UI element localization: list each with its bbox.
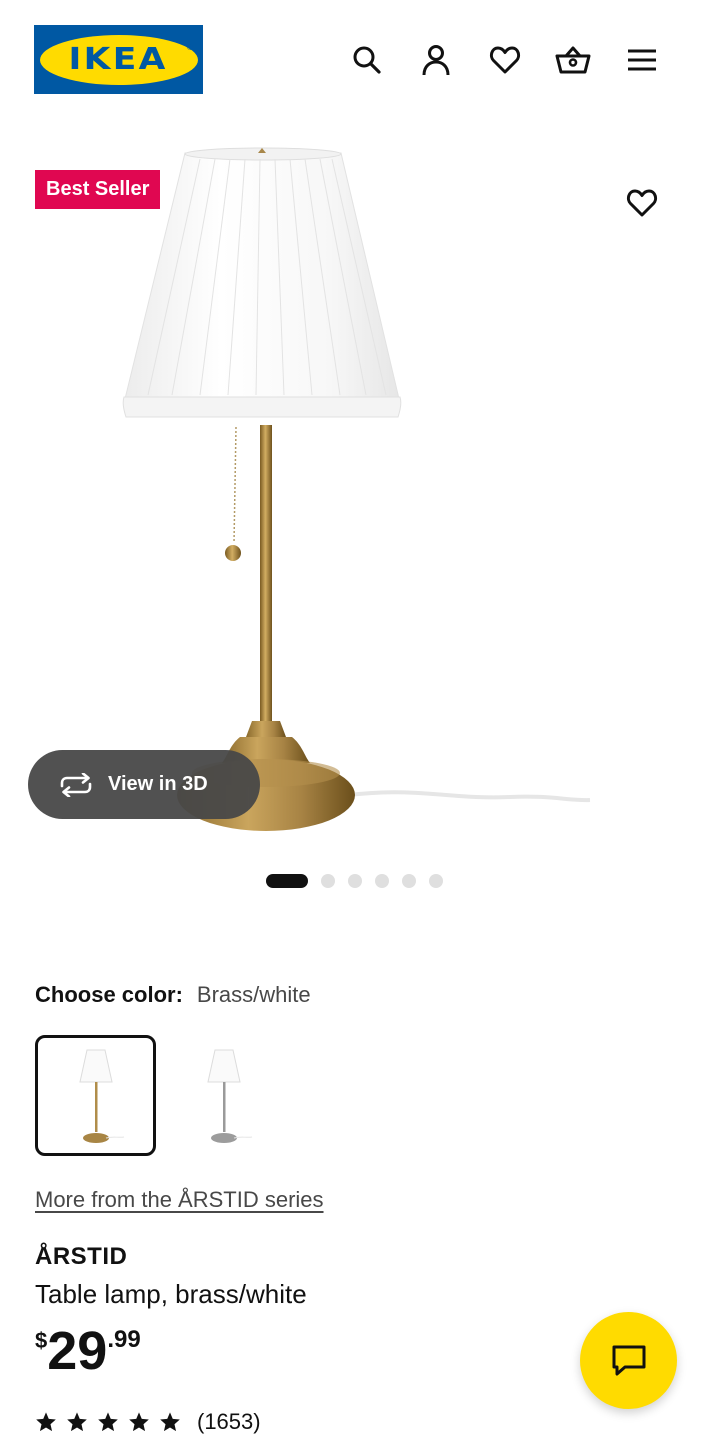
chat-icon — [612, 1345, 645, 1375]
rating-count: (1653) — [197, 1409, 261, 1434]
price-integer: 29 — [47, 1321, 108, 1381]
header: IKEA ® — [0, 0, 711, 120]
color-chooser: Choose color: Brass/white — [35, 982, 311, 1008]
star-icon — [98, 1412, 118, 1432]
carousel-dot[interactable] — [266, 874, 308, 888]
registered-mark: ® — [187, 43, 193, 52]
heart-icon[interactable] — [485, 40, 525, 80]
carousel-dot[interactable] — [429, 874, 443, 888]
lamp-thumbnail — [206, 1049, 252, 1143]
lamp-thumbnail — [78, 1049, 124, 1143]
carousel-dot[interactable] — [375, 874, 389, 888]
rotate-3d-icon — [60, 772, 92, 797]
account-icon[interactable] — [416, 40, 456, 80]
logo-text: IKEA — [68, 42, 169, 77]
product-image[interactable] — [110, 145, 600, 845]
heart-icon — [626, 189, 658, 217]
best-seller-badge: Best Seller — [35, 170, 161, 209]
color-swatch-brass-white[interactable] — [35, 1035, 156, 1156]
basket-icon[interactable] — [553, 40, 593, 80]
color-label: Choose color: — [35, 982, 183, 1007]
price-currency: $ — [35, 1328, 48, 1353]
carousel-pagination — [266, 874, 443, 888]
color-swatch-nickel-white[interactable] — [163, 1035, 284, 1156]
product-description: Table lamp, brass/white — [35, 1279, 307, 1309]
product-rating[interactable]: (1653) — [35, 1409, 261, 1435]
ikea-logo[interactable]: IKEA ® — [34, 25, 203, 94]
carousel-dot[interactable] — [402, 874, 416, 888]
price: $ 29 .99 — [35, 1320, 141, 1382]
chat-button[interactable] — [580, 1312, 677, 1409]
color-value: Brass/white — [196, 982, 311, 1007]
add-to-favorites-button[interactable] — [622, 183, 662, 223]
menu-icon[interactable] — [622, 40, 662, 80]
star-icon — [160, 1412, 180, 1432]
series-link[interactable]: More from the ÅRSTID series — [35, 1187, 324, 1213]
view-in-3d-label: View in 3D — [108, 773, 208, 795]
star-icon — [36, 1412, 56, 1432]
view-in-3d-button[interactable]: View in 3D — [28, 750, 260, 819]
search-icon[interactable] — [347, 40, 387, 80]
carousel-dot[interactable] — [321, 874, 335, 888]
price-decimal: .99 — [107, 1326, 141, 1353]
star-icon — [129, 1412, 149, 1432]
carousel-dot[interactable] — [348, 874, 362, 888]
product-name: ÅRSTID — [35, 1243, 128, 1270]
logo-oval: IKEA — [39, 34, 198, 85]
star-icon — [67, 1412, 87, 1432]
